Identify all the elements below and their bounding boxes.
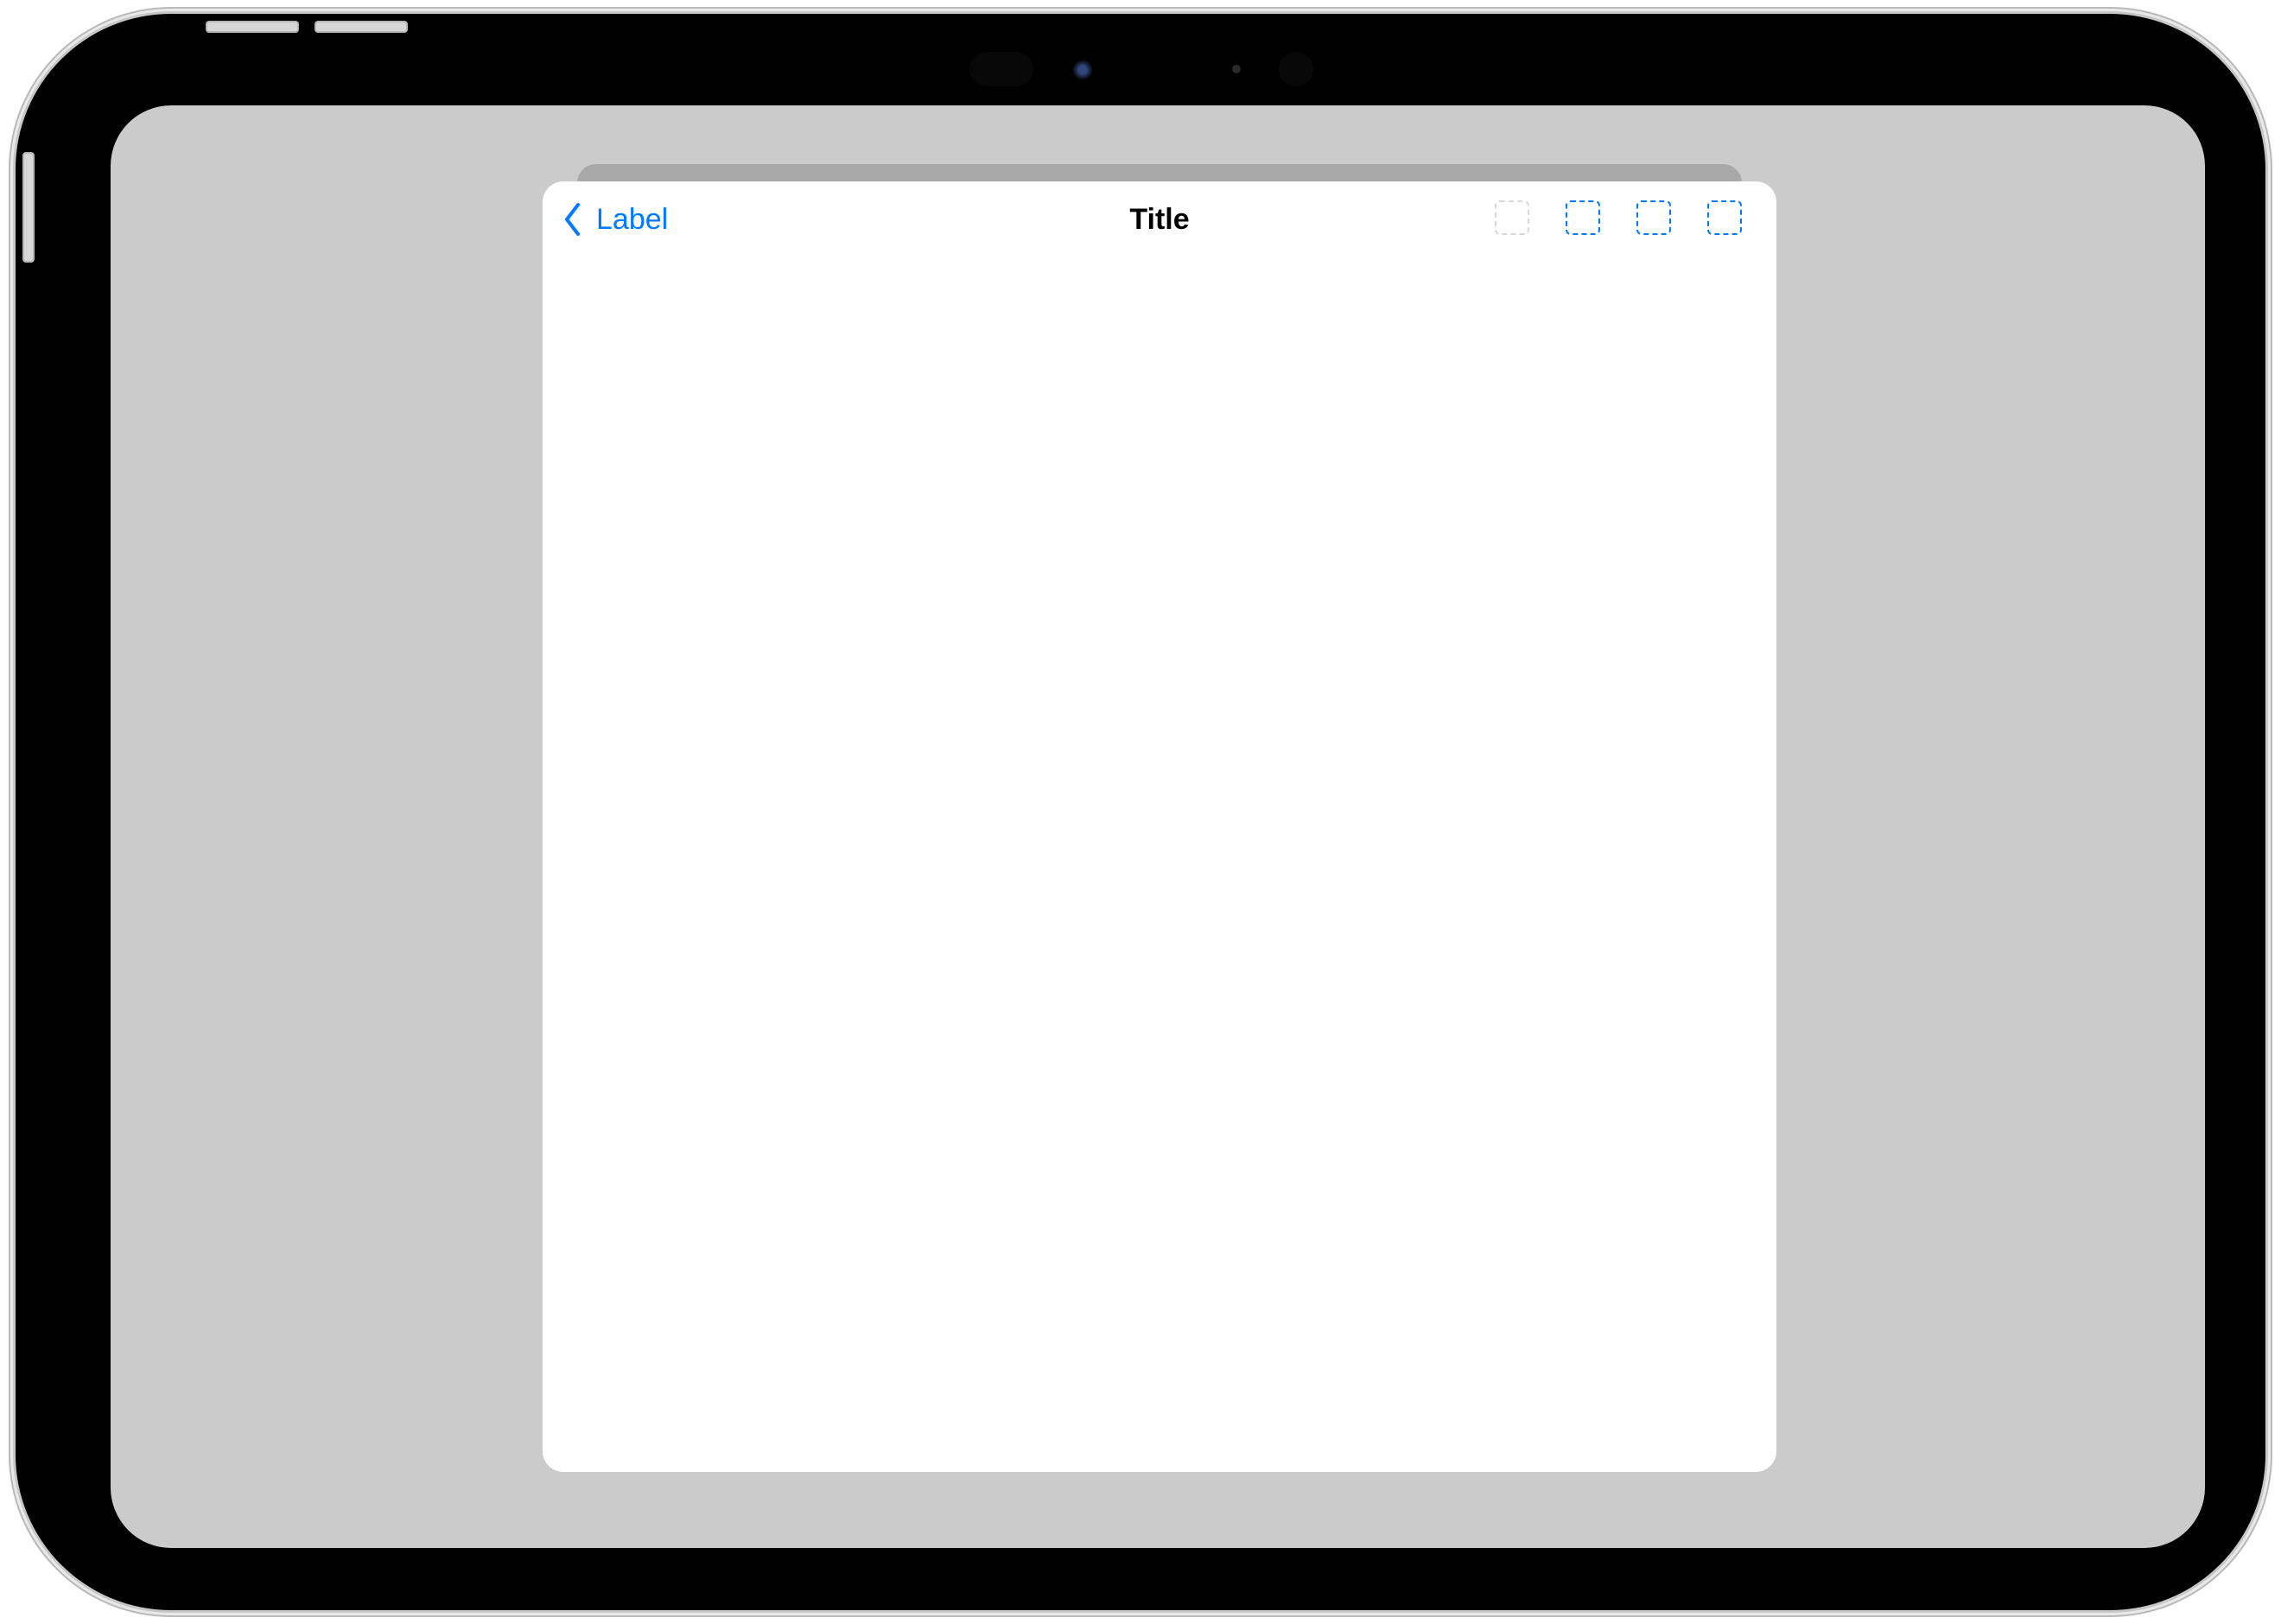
front-camera-lens — [1073, 60, 1092, 79]
placeholder-square-icon[interactable] — [1566, 200, 1600, 235]
screen: Label Title — [111, 105, 2205, 1548]
placeholder-square-icon[interactable] — [1636, 200, 1671, 235]
placeholder-square-icon[interactable] — [1495, 200, 1529, 235]
navigation-bar: Label Title — [543, 181, 1776, 257]
modal-sheet: Label Title — [543, 181, 1776, 1472]
front-camera-housing-right — [1279, 52, 1313, 86]
top-button-2 — [315, 21, 408, 33]
placeholder-square-icon[interactable] — [1707, 200, 1742, 235]
side-button — [22, 152, 35, 263]
toolbar-actions — [1495, 200, 1742, 235]
ambient-light-sensor — [1232, 65, 1241, 73]
ipad-device-frame: Label Title — [16, 14, 2265, 1610]
front-camera-housing-left — [969, 52, 1033, 86]
top-button-1 — [206, 21, 299, 33]
